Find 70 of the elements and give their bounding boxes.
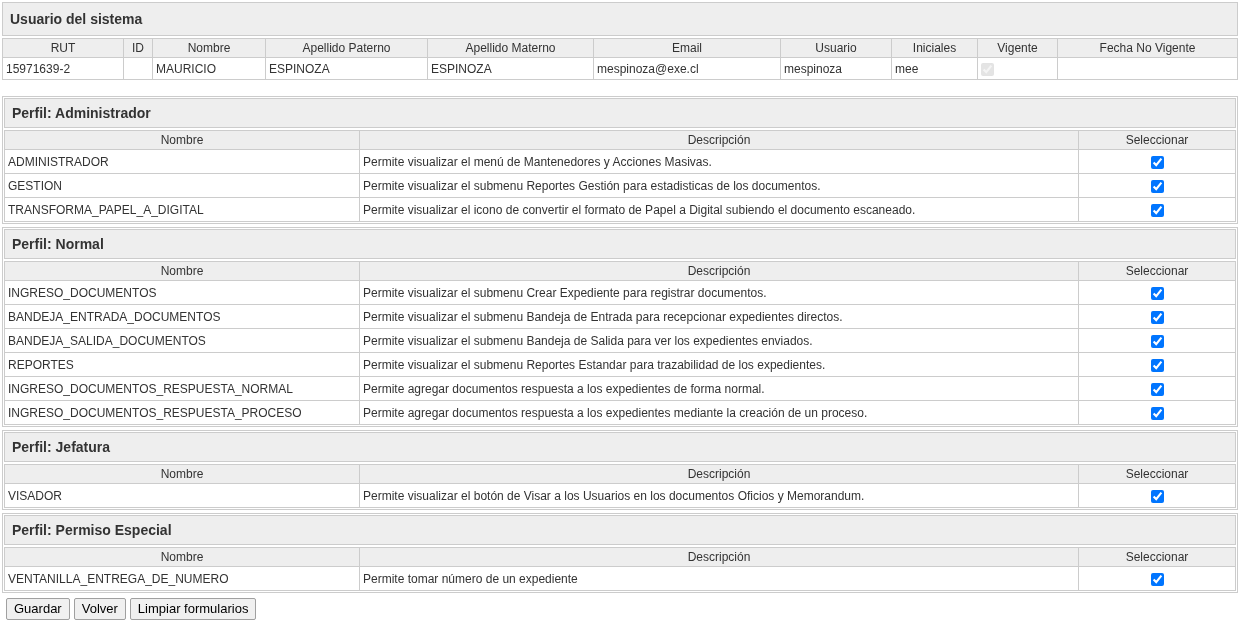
table-cell: Permite visualizar el icono de convertir el formato de Papel a Digital subiendo el documento escaneado.	[363, 202, 916, 217]
table-cell: ADMINISTRADOR	[8, 154, 109, 169]
column-header: Seleccionar	[1078, 130, 1236, 150]
table-cell: mee	[895, 61, 919, 76]
table-cell: mespinoza	[784, 61, 843, 76]
table-cell: INGRESO_DOCUMENTOS	[8, 285, 157, 300]
section-title: Perfil: Administrador	[4, 98, 1236, 128]
checkbox[interactable]	[1150, 310, 1164, 324]
section-title: Perfil: Permiso Especial	[4, 515, 1236, 545]
column-header: Vigente	[977, 38, 1058, 58]
column-header: Descripción	[359, 547, 1079, 567]
column-header: Seleccionar	[1078, 464, 1236, 484]
table-cell: 15971639-2	[6, 61, 71, 76]
table-cell: Permite visualizar el submenu Bandeja de Entrada para recepcionar expedientes directos.	[363, 309, 843, 324]
table-cell: BANDEJA_ENTRADA_DOCUMENTOS	[8, 309, 221, 324]
table-cell: TRANSFORMA_PAPEL_A_DIGITAL	[8, 202, 204, 217]
table-cell: REPORTES	[8, 357, 74, 372]
table-cell: Permite visualizar el botón de Visar a los Usuarios en los documentos Oficios y Memorandum.	[363, 488, 865, 503]
column-header: Usuario	[780, 38, 892, 58]
table-cell: INGRESO_DOCUMENTOS_RESPUESTA_PROCESO	[8, 405, 302, 420]
checkbox[interactable]	[1150, 406, 1164, 420]
column-header: Iniciales	[891, 38, 978, 58]
column-header: Seleccionar	[1078, 261, 1236, 281]
table-cell: Permite agregar documentos respuesta a los expedientes mediante la creación de un proceso.	[363, 405, 868, 420]
table-cell: ESPINOZA	[431, 61, 492, 76]
column-header: Nombre	[4, 261, 360, 281]
checkbox[interactable]	[1150, 572, 1164, 586]
checkbox[interactable]	[1150, 382, 1164, 396]
table-cell: BANDEJA_SALIDA_DOCUMENTOS	[8, 333, 206, 348]
column-header: Apellido Materno	[427, 38, 594, 58]
table-cell: Permite tomar número de un expediente	[363, 571, 578, 586]
column-header: Email	[593, 38, 781, 58]
checkbox[interactable]	[1150, 203, 1164, 217]
column-header: Apellido Paterno	[265, 38, 428, 58]
form-button[interactable]: Volver	[73, 598, 126, 620]
table-cell: MAURICIO	[156, 61, 216, 76]
column-header: Nombre	[4, 464, 360, 484]
column-header: RUT	[2, 38, 124, 58]
table-cell: ESPINOZA	[269, 61, 330, 76]
column-header: Nombre	[4, 130, 360, 150]
column-header: Seleccionar	[1078, 547, 1236, 567]
table-cell: Permite visualizar el submenu Reportes Estandar para trazabilidad de los expedientes.	[363, 357, 826, 372]
table-cell: VENTANILLA_ENTREGA_DE_NUMERO	[8, 571, 229, 586]
checkbox[interactable]	[1150, 358, 1164, 372]
checkbox[interactable]	[1150, 334, 1164, 348]
column-header: Descripción	[359, 464, 1079, 484]
column-header: Fecha No Vigente	[1057, 38, 1238, 58]
form-button[interactable]: Limpiar formularios	[129, 598, 257, 620]
column-header: Nombre	[4, 547, 360, 567]
column-header: Descripción	[359, 261, 1079, 281]
table-cell: INGRESO_DOCUMENTOS_RESPUESTA_NORMAL	[8, 381, 293, 396]
table-cell: mespinoza@exe.cl	[597, 61, 699, 76]
table-cell: Permite agregar documentos respuesta a los expedientes de forma normal.	[363, 381, 765, 396]
table-cell: Permite visualizar el submenu Crear Expediente para registrar documentos.	[363, 285, 767, 300]
checkbox[interactable]	[1150, 489, 1164, 503]
column-header: Nombre	[152, 38, 266, 58]
table-cell: Permite visualizar el submenu Bandeja de Salida para ver los expedientes enviados.	[363, 333, 813, 348]
checkbox[interactable]	[1150, 286, 1164, 300]
table-cell: Permite visualizar el submenu Reportes Gestión para estadisticas de los documentos.	[363, 178, 821, 193]
table-cell: GESTION	[8, 178, 62, 193]
checkbox[interactable]	[1150, 155, 1164, 169]
table-cell: VISADOR	[8, 488, 62, 503]
checkbox[interactable]	[1150, 179, 1164, 193]
section-title: Perfil: Normal	[4, 229, 1236, 259]
form-button[interactable]: Guardar	[6, 598, 70, 620]
section-title: Perfil: Jefatura	[4, 432, 1236, 462]
column-header: ID	[123, 38, 153, 58]
table-cell: Permite visualizar el menú de Mantenedores y Acciones Masivas.	[363, 154, 712, 169]
section-title: Usuario del sistema	[2, 2, 1238, 36]
column-header: Descripción	[359, 130, 1079, 150]
